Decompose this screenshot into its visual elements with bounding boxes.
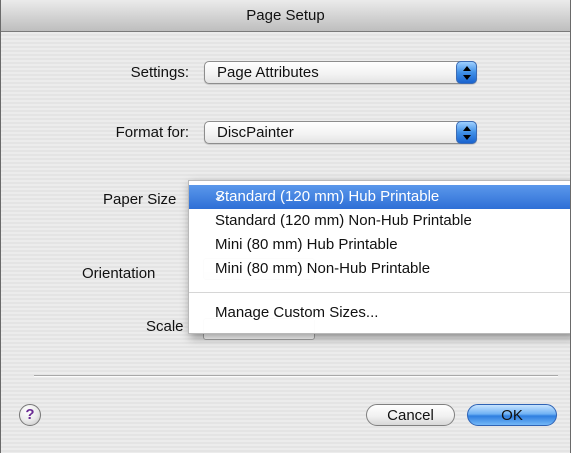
orientation-label: Orientation — [82, 265, 156, 282]
menu-item-label: Standard (120 mm) Non-Hub Printable — [215, 212, 472, 229]
menu-item-standard-120-non-hub[interactable]: Standard (120 mm) Non-Hub Printable — [189, 209, 570, 233]
format-for-popup-value: DiscPainter — [217, 124, 294, 141]
settings-popup[interactable]: Page Attributes — [204, 61, 477, 84]
menu-item-mini-80-non-hub[interactable]: Mini (80 mm) Non-Hub Printable — [189, 257, 570, 281]
ok-button[interactable]: OK — [467, 404, 557, 426]
help-icon: ? — [25, 406, 35, 423]
page-setup-dialog: Page Setup Settings: Page Attributes For… — [0, 0, 571, 453]
menu-item-label: Manage Custom Sizes... — [215, 304, 379, 321]
menu-item-label: Mini (80 mm) Hub Printable — [215, 236, 398, 253]
settings-label: Settings: — [130, 64, 189, 81]
format-for-popup[interactable]: DiscPainter — [204, 121, 477, 144]
menu-item-mini-80-hub[interactable]: Mini (80 mm) Hub Printable — [189, 233, 570, 257]
window-title: Page Setup — [246, 7, 325, 24]
menu-item-standard-120-hub[interactable]: ✓ Standard (120 mm) Hub Printable — [189, 185, 570, 209]
settings-popup-value: Page Attributes — [217, 64, 319, 81]
menu-separator — [189, 292, 570, 293]
popup-arrows-icon — [456, 121, 477, 144]
paper-size-label: Paper Size — [103, 191, 177, 208]
paper-size-menu: ✓ Standard (120 mm) Hub Printable Standa… — [188, 180, 570, 334]
scale-label: Scale — [146, 318, 184, 335]
title-bar[interactable]: Page Setup — [1, 0, 570, 32]
cancel-button[interactable]: Cancel — [366, 404, 455, 426]
menu-item-manage-custom-sizes[interactable]: Manage Custom Sizes... — [189, 301, 570, 325]
menu-item-label: Mini (80 mm) Non-Hub Printable — [215, 260, 431, 277]
popup-arrows-icon — [456, 61, 477, 84]
help-button[interactable]: ? — [19, 404, 41, 426]
separator — [34, 375, 558, 377]
menu-item-label: Standard (120 mm) Hub Printable — [215, 188, 440, 205]
format-for-label: Format for: — [115, 124, 189, 141]
